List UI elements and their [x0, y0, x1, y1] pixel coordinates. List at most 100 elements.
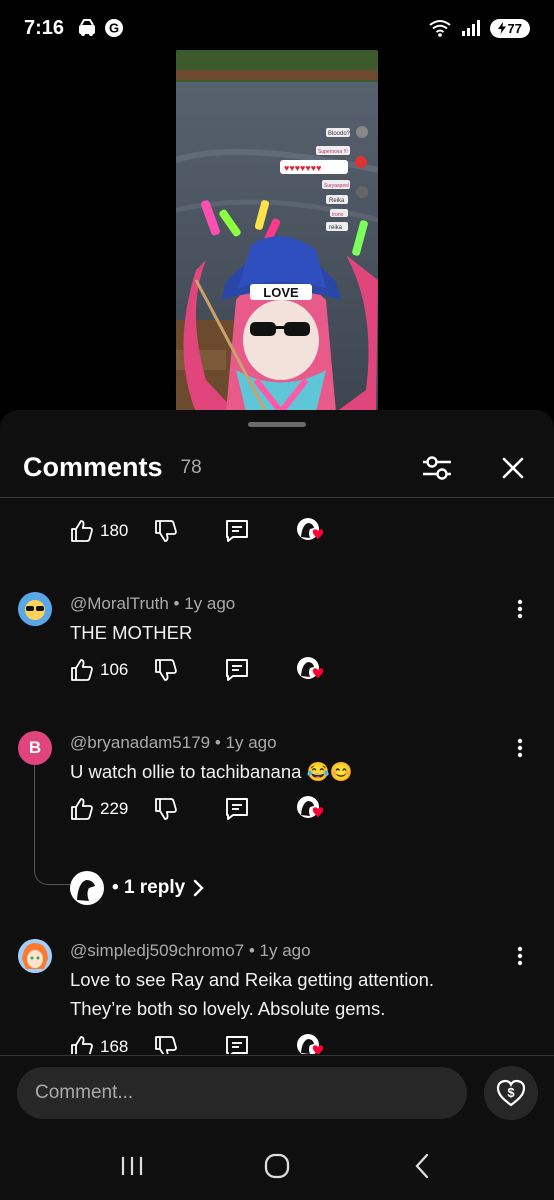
- dislike-button[interactable]: [154, 658, 178, 682]
- comment-more-button[interactable]: [508, 733, 532, 763]
- creator-heart-icon: [297, 796, 324, 818]
- reply-button[interactable]: [224, 1034, 250, 1054]
- creator-heart-icon: [297, 1034, 324, 1054]
- reply-comment-icon: [226, 659, 249, 681]
- comment-author[interactable]: @simpledj509chromo7: [70, 941, 244, 960]
- comment-actions: 229: [70, 794, 326, 824]
- comments-count: 78: [180, 456, 202, 478]
- status-time: 7:16: [24, 16, 65, 39]
- thumbs-up-icon: [71, 520, 93, 542]
- thumbs-down-icon: [155, 520, 178, 542]
- reply-button[interactable]: [224, 657, 250, 683]
- comment-actions: 106: [70, 655, 326, 685]
- close-button[interactable]: [495, 450, 531, 486]
- comment-text: Love to see Ray and Reika getting attent…: [70, 969, 435, 1019]
- like-count: 168: [100, 1037, 129, 1054]
- dislike-button[interactable]: [154, 1035, 178, 1054]
- avatar-letter: B: [28, 738, 42, 757]
- chat-label-4: Suryaspeel: [324, 183, 349, 189]
- comment-age: 1y ago: [184, 594, 236, 613]
- like-button[interactable]: 229: [70, 797, 128, 821]
- recent-apps-button[interactable]: [112, 1146, 152, 1186]
- like-count: 106: [100, 660, 129, 679]
- anime-avatar-icon: [18, 939, 52, 973]
- home-icon: [264, 1153, 290, 1178]
- super-thanks-button[interactable]: $: [484, 1066, 538, 1120]
- battery-level: 77: [507, 20, 522, 36]
- more-vertical-icon: [517, 738, 523, 758]
- video-player[interactable]: Bloodo? Supernova !!! ♥♥♥♥♥♥♥ Suryaspeel…: [176, 50, 378, 412]
- comment-age: 1y ago: [259, 941, 311, 960]
- creator-heart: [296, 517, 326, 545]
- comment-composer: $: [0, 1055, 554, 1131]
- super-thanks-heart-icon: $: [496, 1079, 526, 1107]
- comment-meta: @bryanadam5179 • 1y ago: [70, 733, 277, 752]
- back-icon: [415, 1153, 428, 1178]
- avatar[interactable]: [18, 939, 52, 973]
- system-nav-bar: [0, 1131, 554, 1200]
- like-count: 229: [100, 799, 129, 818]
- reply-comment-icon: [226, 798, 249, 820]
- thumbs-up-icon: [71, 1036, 93, 1054]
- dislike-button[interactable]: [154, 519, 178, 543]
- avatar[interactable]: [18, 592, 52, 626]
- comment-author[interactable]: @MoralTruth: [70, 594, 169, 613]
- comment-author[interactable]: @bryanadam5179: [70, 733, 210, 752]
- chat-label-3: ♥♥♥♥♥♥♥: [284, 163, 321, 173]
- sort-filter-button[interactable]: [419, 450, 455, 486]
- charging-icon: [497, 22, 506, 34]
- reply-button[interactable]: [224, 796, 250, 822]
- like-button[interactable]: 180: [70, 519, 128, 543]
- comment-age: 1y ago: [225, 733, 277, 752]
- reply-comment-icon: [226, 520, 249, 542]
- comment-text: THE MOTHER: [70, 622, 193, 643]
- back-button[interactable]: [402, 1146, 442, 1186]
- like-button[interactable]: 106: [70, 658, 128, 682]
- comment-more-button[interactable]: [508, 594, 532, 624]
- signal-icon: [461, 20, 480, 36]
- like-button[interactable]: 168: [70, 1035, 128, 1054]
- creator-heart-icon: [297, 657, 324, 679]
- chat-label-7: reika: [329, 225, 343, 231]
- comment-actions: 180: [70, 516, 326, 546]
- status-bar: 7:16 G 77: [0, 0, 554, 56]
- creator-heart: [296, 1033, 326, 1054]
- android-auto-icon: [79, 19, 96, 36]
- creator-avatar-icon: [70, 871, 104, 905]
- avatar[interactable]: B: [18, 731, 52, 765]
- sunglasses-avatar-icon: [18, 592, 52, 626]
- status-system-icons: 77: [428, 18, 530, 38]
- comment-meta: @simpledj509chromo7 • 1y ago: [70, 941, 311, 960]
- more-vertical-icon: [517, 946, 523, 966]
- more-vertical-icon: [517, 599, 523, 619]
- dislike-button[interactable]: [154, 797, 178, 821]
- reply-button[interactable]: [224, 518, 250, 544]
- chat-label-1: Bloodo?: [328, 131, 351, 137]
- svg-text:$: $: [507, 1085, 515, 1100]
- battery-indicator: 77: [489, 18, 530, 38]
- creator-heart: [296, 795, 326, 823]
- home-button[interactable]: [257, 1146, 297, 1186]
- creator-heart-icon: [297, 518, 324, 540]
- creator-heart: [296, 656, 326, 684]
- thumbs-down-icon: [155, 1036, 178, 1054]
- thread-connector: [34, 765, 70, 885]
- thumbs-up-icon: [71, 659, 93, 681]
- reply-comment-icon: [226, 1036, 249, 1054]
- comment-more-button[interactable]: [508, 941, 532, 971]
- svg-text:G: G: [109, 21, 119, 36]
- comment-actions: 168: [70, 1032, 326, 1054]
- thumbs-up-icon: [71, 798, 93, 820]
- recent-apps-icon: [122, 1156, 143, 1175]
- thumbs-down-icon: [155, 659, 178, 681]
- drag-handle[interactable]: [248, 422, 306, 427]
- comments-list[interactable]: 180 @MoralTruth • 1y ago THE MOTHER 106 …: [0, 499, 554, 1054]
- view-replies-button[interactable]: • 1 reply: [70, 871, 205, 905]
- close-icon: [502, 457, 524, 478]
- status-notification-icons: G: [76, 18, 124, 38]
- chat-label-5: Reika: [329, 198, 345, 204]
- sliders-icon: [423, 455, 451, 480]
- comment-input[interactable]: [17, 1067, 467, 1119]
- replies-label: 1 reply: [123, 877, 186, 898]
- g-app-icon: G: [105, 19, 124, 37]
